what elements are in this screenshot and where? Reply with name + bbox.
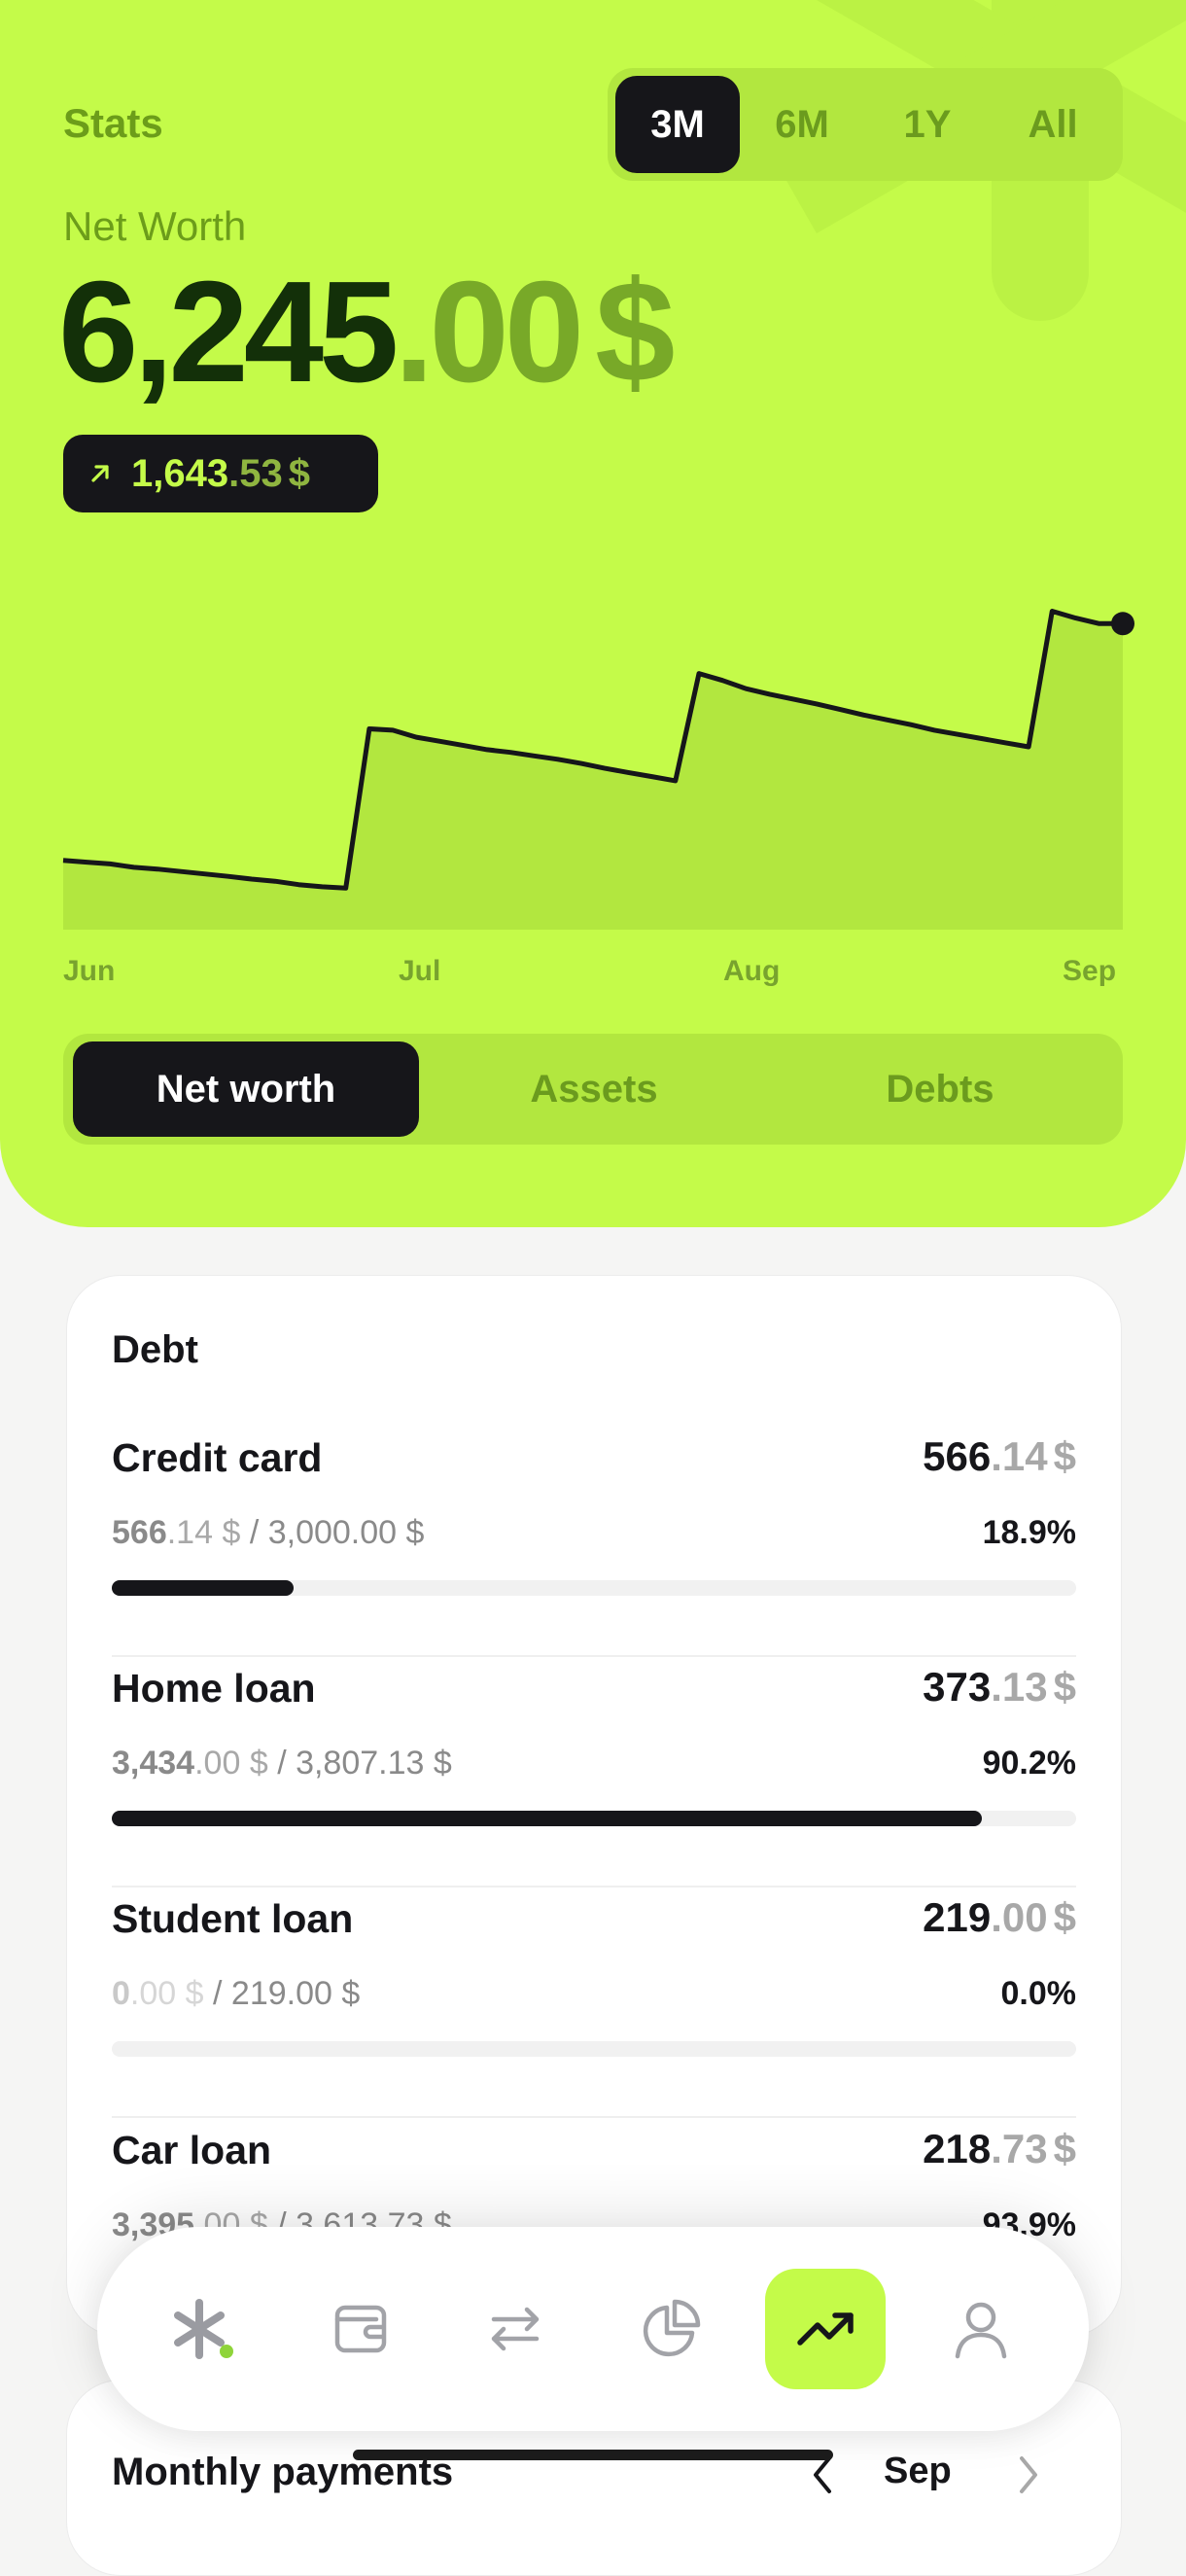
debt-title: Debt [112, 1328, 198, 1371]
net-worth-decimal: .00 [394, 252, 584, 412]
row-divider [112, 1655, 1076, 1657]
trending-up-icon [797, 2312, 854, 2346]
amount-currency: $ [1053, 1433, 1076, 1479]
debt-amount: 218.73 $ [923, 2126, 1076, 2172]
debt-name: Home loan [112, 1666, 316, 1711]
nav-transfers[interactable] [455, 2269, 576, 2389]
debt-paid-summary: 3,434.00 $ / 3,807.13 $ [112, 1745, 452, 1782]
paid-decimal: .00 [129, 1975, 177, 2012]
debt-name: Student loan [112, 1896, 354, 1941]
change-value: 1,643.53 $ [131, 452, 310, 496]
tab-assets[interactable]: Assets [421, 1041, 767, 1137]
paid-currency: $ [185, 1975, 204, 2012]
progress-track [112, 2041, 1076, 2057]
chevron-right-icon[interactable] [1008, 2451, 1047, 2499]
amount-decimal: .00 [991, 1894, 1048, 1940]
paid-integer: 566 [112, 1514, 167, 1551]
stats-hero: Stats 3M 6M 1Y All Net Worth 6,245.00 $ 1… [0, 0, 1186, 1227]
chart-area [63, 611, 1123, 930]
view-selector: Net worth Assets Debts [63, 1034, 1123, 1145]
debt-amount: 566.14 $ [923, 1433, 1076, 1480]
paid-currency: $ [222, 1514, 241, 1551]
total-currency: $ [341, 1975, 361, 2012]
paid-decimal: .14 [166, 1514, 213, 1551]
amount-decimal: .14 [991, 1433, 1048, 1479]
nav-stats[interactable] [765, 2269, 886, 2389]
range-selector: 3M 6M 1Y All [608, 68, 1123, 181]
change-decimal: .53 [228, 451, 283, 495]
amount-currency: $ [1053, 1894, 1076, 1940]
x-tick-aug: Aug [723, 955, 781, 987]
debt-paid-summary: 0.00 $ / 219.00 $ [112, 1975, 360, 2013]
user-icon [955, 2302, 1007, 2359]
nav-budget[interactable] [610, 2269, 731, 2389]
debt-card: Debt Credit card 566.14 $ 566.14 $ / 3,00… [66, 1275, 1122, 2337]
paid-decimal: .00 [194, 1745, 241, 1782]
paid-currency: $ [249, 1745, 268, 1782]
debt-name: Car loan [112, 2128, 272, 2172]
debt-percent: 0.0% [1000, 1975, 1077, 2012]
row-divider [112, 2116, 1076, 2118]
progress-track [112, 1811, 1076, 1826]
debt-amount: 219.00 $ [923, 1894, 1076, 1941]
amount-integer: 566 [923, 1433, 992, 1479]
amount-integer: 219 [923, 1894, 992, 1940]
page-title: Stats [63, 100, 163, 146]
progress-fill [112, 1811, 982, 1826]
tab-net-worth[interactable]: Net worth [73, 1041, 419, 1137]
net-worth-currency: $ [595, 252, 675, 412]
pie-chart-icon [643, 2299, 701, 2357]
amount-decimal: .13 [991, 1664, 1048, 1710]
amount-integer: 218 [923, 2126, 992, 2171]
range-tab-3m[interactable]: 3M [615, 76, 740, 173]
chart-end-point[interactable] [1111, 612, 1134, 636]
debt-total: / 3,000.00 [249, 1514, 398, 1551]
amount-integer: 373 [923, 1664, 992, 1710]
x-tick-sep: Sep [1063, 955, 1117, 987]
amount-decimal: .73 [991, 2126, 1048, 2171]
row-divider [112, 1886, 1076, 1888]
net-worth-label: Net Worth [63, 203, 247, 249]
debt-total: / 3,807.13 [277, 1745, 425, 1782]
month-label: Sep [884, 2451, 952, 2491]
debt-paid-summary: 566.14 $ / 3,000.00 $ [112, 1514, 424, 1552]
x-tick-jun: Jun [63, 955, 116, 987]
total-currency: $ [433, 1745, 452, 1782]
tab-debts[interactable]: Debts [767, 1041, 1113, 1137]
range-tab-1y[interactable]: 1Y [865, 76, 990, 173]
nav-wallet[interactable] [300, 2269, 421, 2389]
debt-total: / 219.00 [213, 1975, 332, 2012]
debt-row-credit-card[interactable]: Credit card 566.14 $ 566.14 $ / 3,000.00 … [112, 1433, 1076, 1666]
debt-percent: 90.2% [982, 1745, 1076, 1782]
wallet-icon [334, 2305, 387, 2353]
debt-row-home-loan[interactable]: Home loan 373.13 $ 3,434.00 $ / 3,807.13 … [112, 1664, 1076, 1896]
total-currency: $ [405, 1514, 425, 1551]
net-worth-integer: 6,245 [58, 252, 399, 412]
paid-integer: 0 [112, 1975, 130, 2012]
debt-name: Credit card [112, 1435, 323, 1480]
amount-currency: $ [1053, 2126, 1076, 2171]
debt-row-student-loan[interactable]: Student loan 219.00 $ 0.00 $ / 219.00 $ 0… [112, 1894, 1077, 2127]
progress-track [112, 1580, 1076, 1596]
asterisk-logo-icon [174, 2299, 233, 2359]
range-tab-6m[interactable]: 6M [740, 76, 864, 173]
bottom-nav-bar [97, 2227, 1089, 2431]
net-worth-chart[interactable] [0, 564, 1186, 953]
amount-currency: $ [1053, 1664, 1076, 1710]
debt-percent: 18.9% [982, 1514, 1076, 1551]
x-tick-jul: Jul [399, 955, 441, 987]
paid-integer: 3,434 [112, 1745, 195, 1782]
arrow-up-right-icon [91, 465, 109, 482]
nav-home[interactable] [144, 2269, 264, 2389]
nav-profile[interactable] [921, 2269, 1041, 2389]
change-integer: 1,643 [131, 451, 229, 495]
change-currency: $ [288, 451, 310, 495]
transfer-arrows-icon [491, 2307, 540, 2351]
progress-fill [112, 1580, 295, 1596]
range-tab-all[interactable]: All [991, 76, 1115, 173]
net-worth-change-badge: 1,643.53 $ [63, 435, 378, 512]
net-worth-value: 6,245.00 $ [58, 261, 675, 405]
home-indicator [353, 2450, 833, 2460]
debt-amount: 373.13 $ [923, 1664, 1076, 1711]
